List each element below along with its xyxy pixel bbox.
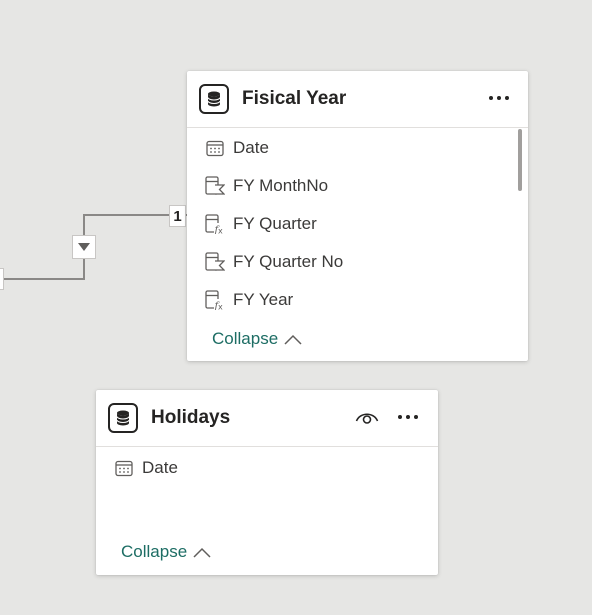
cardinality-label: 1 [169,205,186,227]
calendar-icon [205,138,225,158]
sum-column-icon [205,176,225,196]
collapse-label: Collapse [121,542,188,561]
table-card-header[interactable]: Fisical Year [187,71,528,128]
sum-column-icon [205,252,225,272]
more-options-icon[interactable] [487,87,511,109]
field-date[interactable]: Date [114,455,178,481]
database-icon [108,403,138,433]
field-date[interactable]: Date [205,135,269,161]
calculated-column-icon: fx [205,290,225,310]
field-fy-year[interactable]: fx FY Year [205,287,293,313]
calendar-icon [114,458,134,478]
chevron-up-icon [284,334,302,345]
field-list-scrollbar[interactable] [518,129,522,191]
field-label: FY Quarter No [233,252,344,271]
field-fy-quarter-no[interactable]: FY Quarter No [205,249,343,275]
field-fy-monthno[interactable]: FY MonthNo [205,173,328,199]
collapse-button[interactable]: Collapse [212,329,302,349]
table-card-fisical-year[interactable]: Fisical Year Date FY MonthNo fx FY Quart… [187,71,528,361]
chevron-up-icon [193,547,211,558]
field-fy-quarter[interactable]: fx FY Quarter [205,211,317,237]
field-label: Date [233,138,269,157]
field-label: Date [142,458,178,477]
calculated-column-icon: fx [205,214,225,234]
more-options-icon[interactable] [396,406,420,428]
table-title: Fisical Year [242,88,347,109]
collapse-label: Collapse [212,329,279,348]
table-card-holidays[interactable]: Holidays Date Collapse [96,390,438,575]
table-card-header[interactable]: Holidays [96,390,438,447]
database-icon [199,84,229,114]
cross-filter-direction-icon[interactable] [72,235,96,259]
collapse-button[interactable]: Collapse [121,542,211,562]
table-title: Holidays [151,407,231,428]
field-label: FY Quarter [233,214,317,233]
field-label: FY MonthNo [233,176,329,195]
svg-text:x: x [218,303,223,311]
relationship-endpoint [0,268,4,290]
field-label: FY Year [233,290,294,309]
visibility-eye-icon[interactable] [354,406,380,428]
svg-text:x: x [218,227,223,235]
